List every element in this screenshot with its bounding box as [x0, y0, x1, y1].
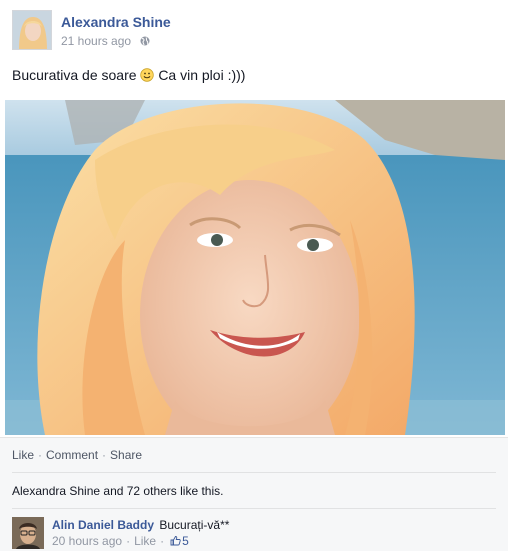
comment-like-count[interactable]: 5 — [182, 534, 189, 548]
comment-like-button[interactable]: Like — [134, 534, 156, 548]
status-text-part2: Ca vin ploi :))) — [158, 67, 246, 83]
comment-item: Alin Daniel Baddy Bucurați-vă** 20 hours… — [12, 517, 496, 549]
comment-timestamp[interactable]: 20 hours ago — [52, 534, 122, 548]
divider — [12, 508, 496, 509]
separator: · — [102, 448, 107, 462]
separator: · — [38, 448, 43, 462]
commenter-name[interactable]: Alin Daniel Baddy — [52, 518, 154, 532]
divider — [12, 472, 496, 473]
action-bar: Like · Comment · Share — [12, 448, 142, 462]
comment-text: Bucurați-vă** — [159, 518, 230, 532]
post-photo[interactable] — [5, 100, 505, 435]
post-meta: 21 hours ago — [61, 34, 150, 48]
thumbs-up-icon[interactable] — [170, 535, 181, 546]
post-timestamp[interactable]: 21 hours ago — [61, 34, 131, 48]
likes-summary[interactable]: Alexandra Shine and 72 others like this. — [12, 484, 223, 498]
separator: · — [126, 534, 131, 548]
comment-meta: 20 hours ago · Like · 5 — [52, 534, 189, 548]
smiley-icon — [140, 68, 155, 82]
comment-body: Alin Daniel Baddy Bucurați-vă** — [52, 518, 229, 532]
author-name[interactable]: Alexandra Shine — [61, 14, 171, 30]
globe-icon[interactable] — [140, 35, 150, 46]
facebook-post: Alexandra Shine 21 hours ago Bucurativa … — [0, 0, 508, 551]
status-text: Bucurativa de soare Ca vin ploi :))) — [12, 66, 245, 84]
status-text-part1: Bucurativa de soare — [12, 67, 137, 83]
comment-button[interactable]: Comment — [46, 448, 98, 462]
commenter-avatar[interactable] — [12, 517, 44, 549]
like-button[interactable]: Like — [12, 448, 34, 462]
share-button[interactable]: Share — [110, 448, 142, 462]
author-avatar[interactable] — [12, 10, 52, 50]
post-actions-panel: Like · Comment · Share Alexandra Shine and 7… — [0, 437, 508, 551]
post-header: Alexandra Shine 21 hours ago — [12, 10, 492, 50]
separator: · — [160, 534, 165, 548]
